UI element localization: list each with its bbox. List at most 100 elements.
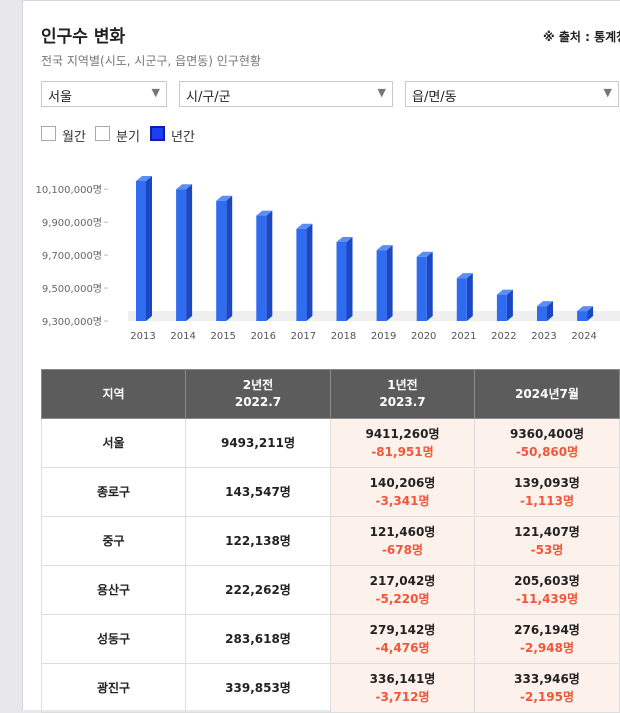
bar-side [466, 273, 473, 321]
one-year-cell: 121,460명 -678명 [330, 516, 475, 566]
y-tick-label: 9,900,000명 [42, 217, 102, 229]
one-year-cell: 9411,260명 -81,951명 [330, 418, 475, 468]
two-years-cell: 122,138명 [185, 516, 331, 566]
two-years-cell: 9493,211명 [185, 418, 331, 468]
bar-side [186, 184, 193, 321]
y-tick-label: 9,700,000명 [42, 250, 102, 262]
page-title: 인구수 변화 [41, 27, 126, 47]
current-cell: 121,407명 -53명 [474, 516, 620, 566]
bar [256, 215, 267, 321]
bar [336, 241, 347, 321]
toggle-quarterly-label: 분기 [116, 130, 140, 145]
current-cell: 276,194명 -2,948명 [474, 614, 620, 664]
x-tick-label: 2021 [451, 331, 476, 342]
header-one-year: 1년전 2023.7 [330, 369, 475, 419]
bar [577, 311, 588, 321]
bar [496, 294, 507, 321]
one-year-diff: -4,476명 [375, 641, 430, 655]
table-row: 종로구 143,547명 140,206명 -3,341명 139,093명 -1,… [41, 467, 620, 517]
toggle-yearly-label: 년간 [171, 130, 195, 145]
bar [136, 181, 146, 321]
page-subtitle: 전국 지역별(시도, 시군구, 읍면동) 인구현황 [41, 54, 261, 68]
two-years-cell: 283,618명 [185, 614, 331, 664]
bar [456, 278, 467, 321]
bar [216, 200, 227, 321]
x-tick-label: 2017 [291, 331, 316, 342]
checkbox-yearly[interactable] [150, 126, 165, 141]
bar-side [306, 223, 313, 321]
one-year-diff: -678명 [381, 543, 424, 557]
y-tick-label: 9,300,000명 [42, 316, 102, 328]
x-tick-label: 2022 [491, 331, 516, 342]
one-year-diff: -81,951명 [371, 445, 434, 459]
source-note: ※ 출처 : 통계청 [543, 30, 620, 44]
chevron-down-icon: ▼ [603, 86, 612, 99]
bar [176, 189, 187, 321]
eupmyeondong-select[interactable]: 읍/면/동 ▼ [405, 81, 619, 107]
table-row: 중구 122,138명 121,460명 -678명 121,407명 -53명 [41, 516, 620, 566]
bar-side [346, 236, 353, 321]
checkbox-monthly[interactable] [41, 126, 56, 141]
two-years-cell: 143,547명 [185, 467, 331, 517]
bar-side [506, 289, 513, 321]
one-year-diff: -3,341명 [375, 494, 430, 508]
x-tick-label: 2014 [170, 331, 195, 342]
bar-side [146, 176, 152, 321]
bar [376, 250, 387, 321]
table-row: 서울 9493,211명 9411,260명 -81,951명 9360,400명… [41, 418, 620, 468]
table-header-row: 지역 2년전 2022.7 1년전 2023.7 2024년7월 [41, 369, 620, 419]
current-diff: -2,948명 [520, 641, 574, 655]
one-year-cell: 217,042명 -5,220명 [330, 565, 475, 615]
chevron-down-icon: ▼ [377, 86, 386, 99]
one-year-cell: 336,141명 -3,712명 [330, 663, 475, 713]
x-tick-label: 2020 [411, 331, 436, 342]
x-tick-label: 2018 [331, 331, 356, 342]
region-cell: 중구 [41, 516, 186, 566]
one-year-cell: 279,142명 -4,476명 [330, 614, 475, 664]
one-year-diff: -3,712명 [375, 690, 430, 704]
table-row: 성동구 283,618명 279,142명 -4,476명 276,194명 -2,… [41, 614, 620, 664]
population-table: 지역 2년전 2022.7 1년전 2023.7 2024년7월 서울 9493,2… [41, 369, 620, 713]
x-tick-label: 2015 [210, 331, 235, 342]
bar [537, 306, 547, 321]
checkbox-quarterly[interactable] [95, 126, 110, 141]
table-row: 용산구 222,262명 217,042명 -5,220명 205,603명 -11… [41, 565, 620, 615]
current-diff: -50,860명 [515, 445, 579, 459]
region-cell: 광진구 [41, 663, 186, 713]
current-diff: -1,113명 [520, 494, 574, 508]
header-region: 지역 [41, 369, 186, 419]
x-tick-label: 2019 [371, 331, 396, 342]
sigungu-select[interactable]: 시/구/군 ▼ [179, 81, 393, 107]
bar-side [386, 245, 393, 321]
bar-side [266, 210, 273, 321]
sido-select-value: 서울 [48, 90, 72, 105]
sigungu-select-value: 시/구/군 [186, 90, 231, 105]
current-cell: 139,093명 -1,113명 [474, 467, 620, 517]
bar-side [226, 195, 233, 321]
header-two-years: 2년전 2022.7 [185, 369, 331, 419]
one-year-cell: 140,206명 -3,341명 [330, 467, 475, 517]
table-row: 광진구 339,853명 336,141명 -3,712명 333,946명 -2,… [41, 663, 620, 713]
y-tick-label: 9,500,000명 [42, 283, 102, 295]
chevron-down-icon: ▼ [151, 86, 160, 99]
x-tick-label: 2023 [531, 331, 556, 342]
current-diff: -11,439명 [515, 592, 579, 606]
toggle-monthly-label: 월간 [62, 130, 86, 145]
y-tick-label: 10,100,000명 [36, 184, 102, 196]
eupmyeondong-select-value: 읍/면/동 [412, 90, 457, 105]
header-current: 2024년7월 [474, 369, 620, 419]
two-years-cell: 222,262명 [185, 565, 331, 615]
bar [296, 228, 307, 321]
two-years-cell: 339,853명 [185, 663, 331, 713]
region-cell: 종로구 [41, 467, 186, 517]
current-cell: 9360,400명 -50,860명 [474, 418, 620, 468]
population-change-panel: 인구수 변화 ※ 출처 : 통계청 전국 지역별(시도, 시군구, 읍면동) 인… [22, 0, 620, 713]
bar-side [426, 251, 433, 321]
region-cell: 서울 [41, 418, 186, 468]
x-tick-label: 2013 [130, 331, 155, 342]
x-tick-label: 2016 [251, 331, 276, 342]
sido-select[interactable]: 서울 ▼ [41, 81, 167, 107]
x-tick-label: 2024 [571, 331, 596, 342]
current-diff: -53명 [530, 543, 564, 557]
region-cell: 성동구 [41, 614, 186, 664]
